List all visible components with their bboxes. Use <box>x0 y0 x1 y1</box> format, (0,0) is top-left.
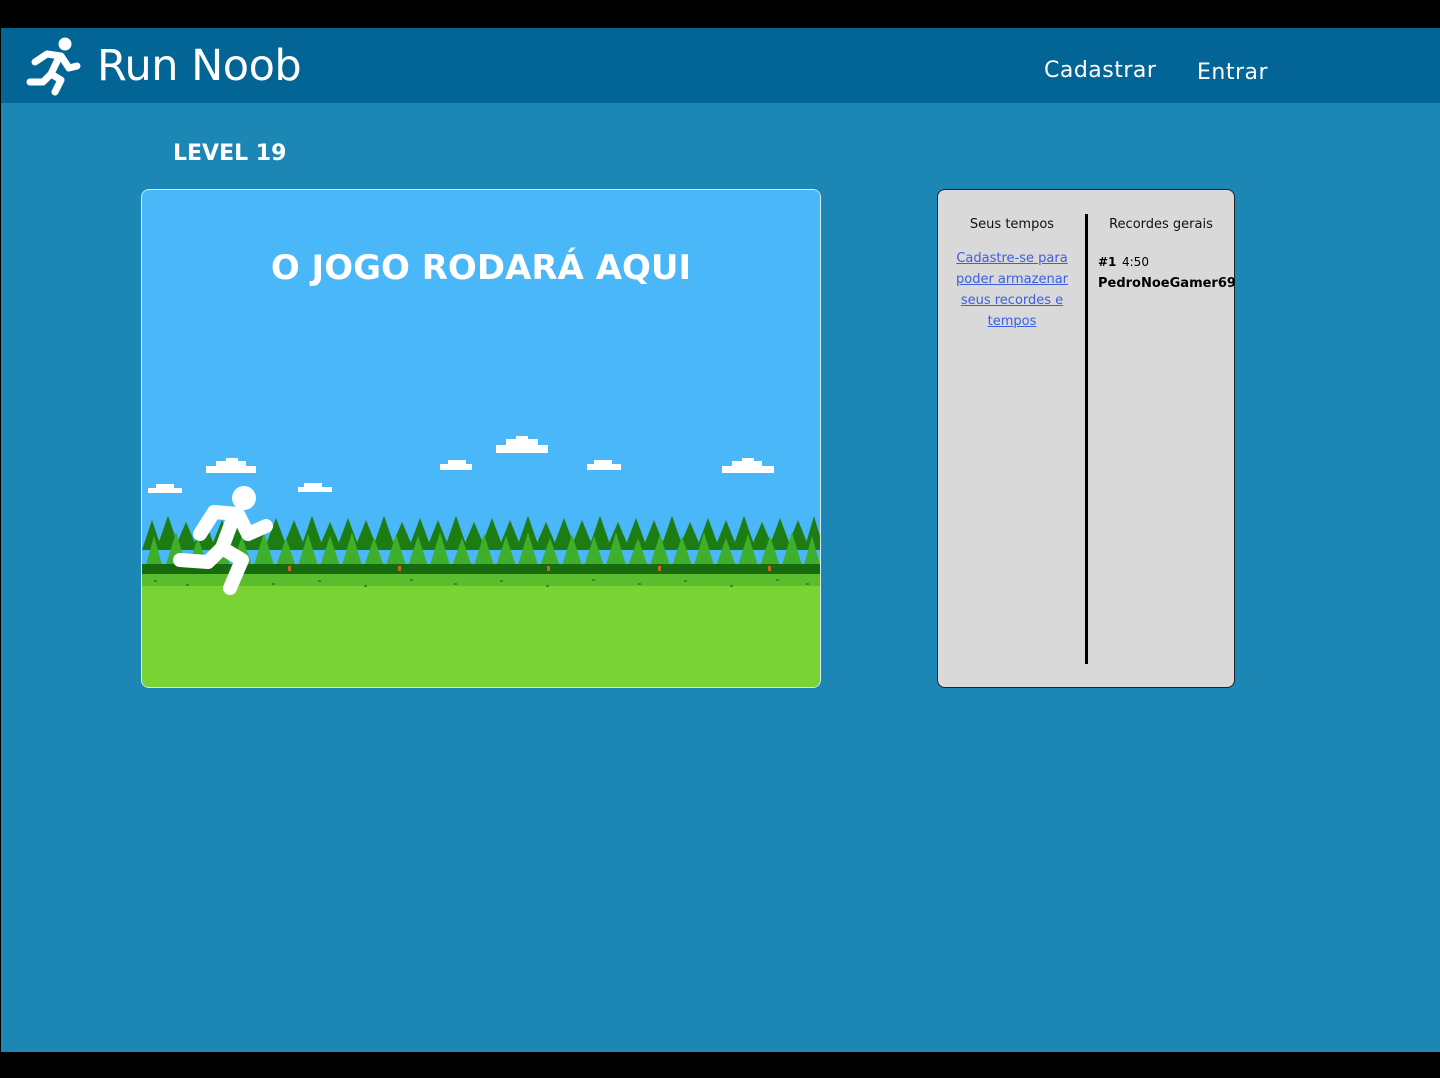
global-records-title: Recordes gerais <box>1109 217 1213 232</box>
brand-name[interactable]: Run Noob <box>97 38 302 94</box>
record-rank: #1 <box>1098 255 1117 269</box>
page: Run Noob Cadastrar Entrar LEVEL 19 O JOG… <box>1 28 1440 1052</box>
running-person-icon <box>173 486 273 595</box>
records-panel: Seus tempos Recordes gerais Cadastre-se … <box>937 189 1236 688</box>
nav-login-link[interactable]: Entrar <box>1197 58 1268 88</box>
record-player: PedroNoeGamer69 <box>1098 276 1236 291</box>
level-label: LEVEL 19 <box>173 141 287 166</box>
your-times-title: Seus tempos <box>969 217 1055 232</box>
column-divider <box>1085 214 1088 664</box>
running-person-logo-icon[interactable] <box>25 36 83 96</box>
game-placeholder-text: O JOGO RODARÁ AQUI <box>270 248 692 288</box>
game-area[interactable]: O JOGO RODARÁ AQUI <box>141 189 821 688</box>
signup-to-save-link[interactable]: Cadastre-se para poder armazenar seus re… <box>954 248 1070 332</box>
nav-register-link[interactable]: Cadastrar <box>1044 56 1156 86</box>
header-bar: Run Noob Cadastrar Entrar <box>1 28 1440 103</box>
record-time: 4:50 <box>1122 255 1149 269</box>
